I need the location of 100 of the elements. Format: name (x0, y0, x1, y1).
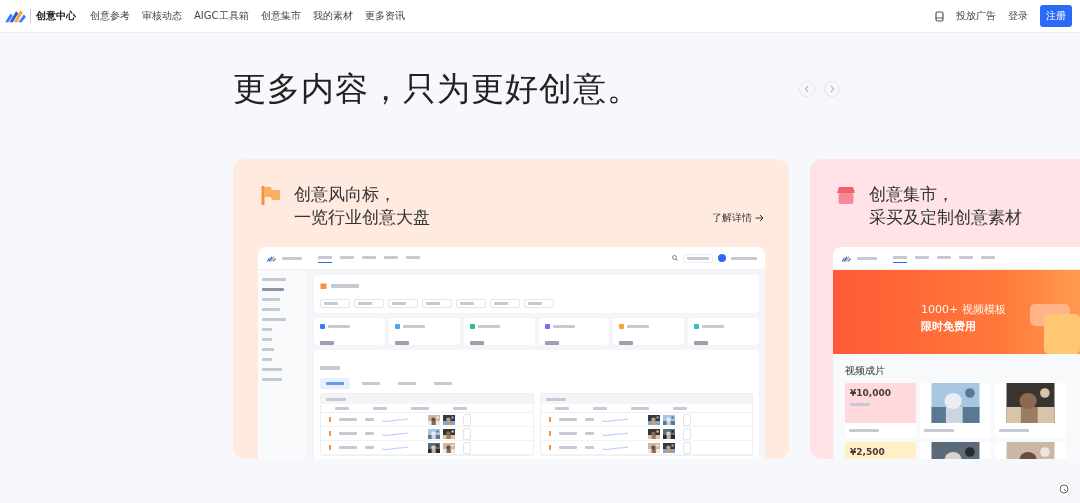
nav-tab[interactable] (318, 253, 332, 263)
help-button[interactable] (1056, 481, 1072, 497)
logo-icon (841, 254, 851, 262)
nav-link[interactable]: AIGC工具箱 (194, 9, 249, 23)
nav-link[interactable]: 我的素材 (312, 9, 353, 23)
blurred-text (392, 302, 406, 305)
blurred-text (630, 406, 649, 410)
blurred-text (402, 325, 425, 328)
dropdown-field[interactable] (354, 299, 384, 308)
blurred-text (999, 429, 1029, 432)
blurred-text (373, 406, 387, 410)
blurred-text (558, 446, 577, 449)
chat-icon (1059, 484, 1069, 494)
next-button[interactable] (824, 81, 840, 97)
blurred-text (552, 325, 575, 328)
flag-icon (260, 184, 282, 206)
more-button[interactable] (682, 413, 691, 426)
blurred-text (394, 341, 409, 345)
more-button[interactable] (463, 441, 471, 454)
more-button[interactable] (682, 441, 691, 454)
previous-button[interactable] (799, 81, 815, 97)
nav-link[interactable]: 创意集市 (260, 9, 301, 23)
blurred-text (358, 302, 372, 305)
blurred-text (365, 446, 374, 449)
nav-link[interactable]: 更多资讯 (364, 9, 405, 23)
blurred-text (398, 382, 416, 385)
shop-icon (835, 184, 857, 206)
rank-marker (329, 417, 331, 422)
dropdown-field[interactable] (422, 299, 452, 308)
blurred-text (365, 432, 374, 435)
blurred-text (687, 256, 709, 260)
chevron-right-icon (829, 85, 835, 93)
blurred-text (282, 256, 302, 260)
blurred-text (584, 446, 594, 449)
blurred-text (262, 378, 282, 381)
blurred-text (328, 325, 350, 328)
nav-link[interactable]: 审核动态 (142, 9, 182, 23)
blurred-text (731, 256, 757, 260)
blurred-text (850, 403, 870, 406)
rank-marker (329, 431, 331, 436)
blurred-text (558, 432, 577, 435)
blurred-text (528, 302, 542, 305)
ad-link[interactable]: 投放广告 (956, 9, 996, 23)
blurred-text (262, 298, 280, 301)
rank-marker (548, 445, 551, 450)
logo-icon (4, 8, 26, 24)
blurred-text (469, 341, 484, 345)
app-logo-text[interactable]: 创意中心 (30, 9, 76, 23)
nav-tab[interactable] (893, 253, 907, 263)
price-text: ¥2,500 (850, 447, 886, 457)
more-button[interactable] (682, 427, 691, 440)
blurred-text (849, 429, 879, 432)
blurred-text (324, 302, 338, 305)
banner-shapes-drawing (1030, 304, 1080, 354)
card-title: 创意风向标， 一览行业创意大盘 (294, 183, 431, 229)
rank-marker (548, 431, 551, 436)
blurred-text (592, 406, 607, 410)
rank-marker (548, 417, 551, 422)
price-text: ¥10,000 (850, 388, 892, 398)
sparkline (382, 430, 408, 437)
blurred-text (262, 278, 286, 281)
blurred-text (554, 406, 569, 410)
more-button[interactable] (463, 413, 471, 426)
blurred-text (339, 432, 357, 435)
dropdown-field[interactable] (388, 299, 418, 308)
section-title: 视频成片 (845, 364, 886, 378)
blurred-text (320, 366, 340, 370)
blurred-text (262, 308, 280, 311)
blurred-text (262, 288, 284, 291)
blurred-text (335, 406, 349, 410)
dropdown-field[interactable] (490, 299, 520, 308)
login-link[interactable]: 登录 (1008, 9, 1028, 23)
blurred-text (262, 368, 282, 371)
banner-subtitle: 限时免费用 (921, 319, 977, 334)
dropdown-field[interactable] (524, 299, 554, 308)
blurred-text (453, 406, 467, 410)
blurred-text (262, 348, 274, 351)
blurred-text (584, 432, 594, 435)
dropdown-field[interactable] (456, 299, 486, 308)
device-icon (935, 10, 944, 22)
blurred-text (326, 382, 344, 385)
register-button[interactable]: 注册 (1040, 5, 1072, 27)
sparkline (601, 430, 628, 437)
blurred-text (339, 446, 357, 449)
blurred-text (339, 418, 357, 421)
dropdown-field[interactable] (320, 299, 350, 308)
toolbar-button[interactable] (683, 253, 713, 263)
details-link[interactable]: 了解详情 (712, 211, 764, 225)
tab[interactable] (320, 378, 350, 389)
nav-link[interactable]: 创意参考 (90, 9, 130, 23)
blurred-text (584, 418, 594, 421)
sparkline (601, 416, 628, 423)
logo-icon (266, 254, 276, 262)
blurred-text (460, 302, 474, 305)
blurred-text (262, 318, 286, 321)
more-button[interactable] (463, 427, 471, 440)
blurred-text (694, 341, 709, 345)
sparkline (382, 416, 408, 423)
chevron-left-icon (804, 85, 810, 93)
search-icon (672, 255, 678, 261)
